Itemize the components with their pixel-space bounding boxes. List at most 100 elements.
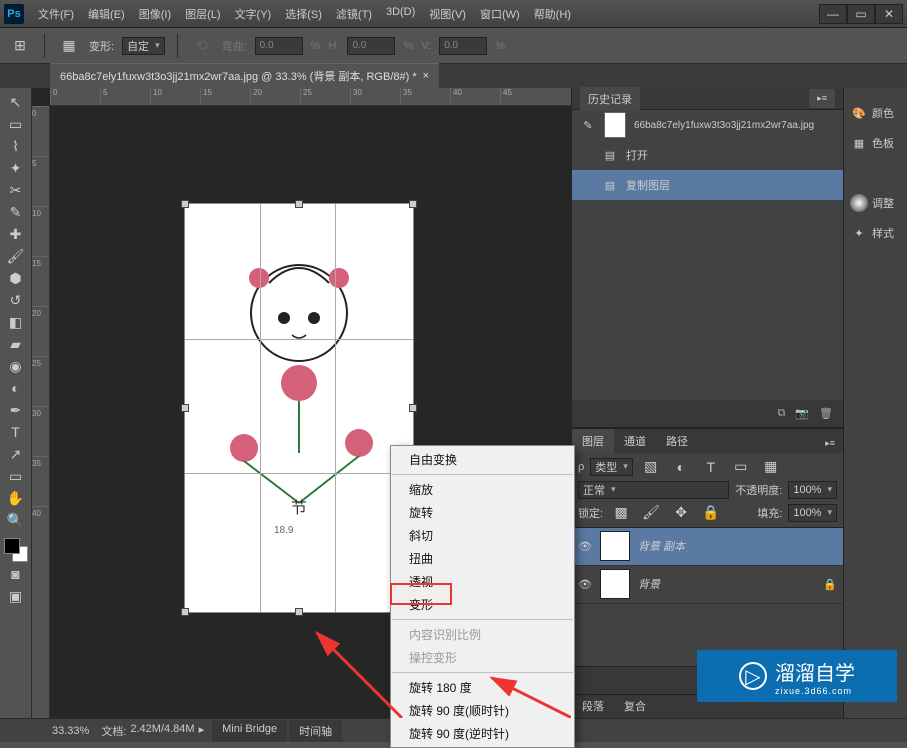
crop-tool[interactable]: ✂ <box>4 180 28 200</box>
eraser-tool[interactable]: ◧ <box>4 312 28 332</box>
doc-info-dropdown-icon[interactable]: ▸ <box>199 723 205 739</box>
history-snapshot[interactable]: ✎ 66ba8c7ely1fuxw3t3o3jj21mx2wr7aa.jpg <box>572 110 843 140</box>
panel-menu-icon[interactable]: ▸≡ <box>817 434 843 453</box>
type-tool[interactable]: T <box>4 422 28 442</box>
maximize-button[interactable]: ▭ <box>847 4 875 24</box>
layer-filter-select[interactable]: 类型 <box>590 458 633 476</box>
minimize-button[interactable]: — <box>819 4 847 24</box>
menu-select[interactable]: 选择(S) <box>279 2 328 26</box>
tab-mini-bridge[interactable]: Mini Bridge <box>212 720 287 742</box>
layer-thumbnail[interactable] <box>600 531 630 561</box>
warp-preset-select[interactable]: 自定 <box>122 37 165 55</box>
tab-timeline[interactable]: 时间轴 <box>289 720 342 742</box>
transform-handle[interactable] <box>181 608 189 616</box>
tab-layers[interactable]: 图层 <box>572 429 614 453</box>
lasso-tool[interactable]: ⌇ <box>4 136 28 156</box>
foreground-background-colors[interactable] <box>4 538 28 562</box>
menu-layer[interactable]: 图层(L) <box>179 2 226 26</box>
v-input[interactable] <box>439 37 487 55</box>
menu-help[interactable]: 帮助(H) <box>528 2 577 26</box>
layer-name[interactable]: 背景 <box>638 576 815 592</box>
menu-filter[interactable]: 滤镜(T) <box>330 2 378 26</box>
transform-handle[interactable] <box>295 608 303 616</box>
filter-pixel-icon[interactable]: ▧ <box>639 457 663 477</box>
filter-type-icon[interactable]: T <box>699 457 723 477</box>
ctx-rot90cw[interactable]: 旋转 90 度(顺时针) <box>391 699 574 722</box>
menu-type[interactable]: 文字(Y) <box>229 2 278 26</box>
ctx-skew[interactable]: 斜切 <box>391 524 574 547</box>
dodge-tool[interactable]: ◐ <box>4 378 28 398</box>
new-doc-icon[interactable]: ⧉ <box>777 407 785 420</box>
ctx-warp[interactable]: 变形 <box>391 593 574 616</box>
menu-file[interactable]: 文件(F) <box>32 2 80 26</box>
history-brush-tool[interactable]: ↺ <box>4 290 28 310</box>
filter-smart-icon[interactable]: ▦ <box>759 457 783 477</box>
transform-handle[interactable] <box>409 404 417 412</box>
menu-image[interactable]: 图像(I) <box>133 2 177 26</box>
tab-paths[interactable]: 路径 <box>656 429 698 453</box>
shape-tool[interactable]: ▭ <box>4 466 28 486</box>
heal-tool[interactable]: ✚ <box>4 224 28 244</box>
foreground-color-swatch[interactable] <box>4 538 20 554</box>
strip-swatches[interactable]: ▦色板 <box>844 128 907 158</box>
wand-tool[interactable]: ✦ <box>4 158 28 178</box>
strip-styles[interactable]: ✦样式 <box>844 218 907 248</box>
move-tool[interactable]: ↖ <box>4 92 28 112</box>
transform-handle[interactable] <box>181 200 189 208</box>
stamp-tool[interactable]: ⬢ <box>4 268 28 288</box>
tab-duplicate[interactable]: 复合 <box>614 694 656 718</box>
menu-window[interactable]: 窗口(W) <box>474 2 526 26</box>
lock-transparent-icon[interactable]: ▩ <box>609 503 633 523</box>
history-tab[interactable]: 历史记录 <box>580 87 640 111</box>
close-button[interactable]: ✕ <box>875 4 903 24</box>
history-state-open[interactable]: ▤ 打开 <box>572 140 843 170</box>
document-tab-close[interactable]: × <box>423 70 429 82</box>
hand-tool[interactable]: ✋ <box>4 488 28 508</box>
snapshot-icon[interactable]: 📷 <box>795 407 809 420</box>
ctx-perspective[interactable]: 透视 <box>391 570 574 593</box>
screenmode-toggle[interactable]: ▣ <box>4 586 28 606</box>
zoom-tool[interactable]: 🔍 <box>4 510 28 530</box>
layer-row[interactable]: 👁 背景 🔒 <box>572 566 843 604</box>
strip-adjust[interactable]: 调整 <box>844 188 907 218</box>
transform-handle[interactable] <box>409 200 417 208</box>
lock-pixels-icon[interactable]: 🖌 <box>639 503 663 523</box>
brush-tool[interactable]: 🖌 <box>4 246 28 266</box>
path-tool[interactable]: ↗ <box>4 444 28 464</box>
fill-input[interactable]: 100% <box>788 504 837 522</box>
lock-all-icon[interactable]: 🔒 <box>699 503 723 523</box>
ctx-rotate[interactable]: 旋转 <box>391 501 574 524</box>
grid-icon[interactable]: ▦ <box>57 36 81 56</box>
transform-handle[interactable] <box>295 200 303 208</box>
layer-name[interactable]: 背景 副本 <box>638 538 837 554</box>
transform-handle[interactable] <box>181 404 189 412</box>
ctx-distort[interactable]: 扭曲 <box>391 547 574 570</box>
transform-bounding-box[interactable] <box>184 203 414 613</box>
quickmask-toggle[interactable]: ◙ <box>4 564 28 584</box>
visibility-toggle-icon[interactable]: 👁 <box>578 539 592 553</box>
layer-row[interactable]: 👁 背景 副本 <box>572 528 843 566</box>
menu-view[interactable]: 视图(V) <box>423 2 472 26</box>
panel-menu-icon[interactable]: ▸≡ <box>809 89 835 108</box>
tab-paragraph[interactable]: 段落 <box>572 694 614 718</box>
pen-tool[interactable]: ✒ <box>4 400 28 420</box>
menu-3d[interactable]: 3D(D) <box>380 2 421 26</box>
layer-thumbnail[interactable] <box>600 569 630 599</box>
history-state-dup-layer[interactable]: ▤ 复制图层 <box>572 170 843 200</box>
strip-color[interactable]: 🎨颜色 <box>844 98 907 128</box>
ctx-rot180[interactable]: 旋转 180 度 <box>391 676 574 699</box>
filter-shape-icon[interactable]: ▭ <box>729 457 753 477</box>
menu-edit[interactable]: 编辑(E) <box>82 2 131 26</box>
blend-mode-select[interactable]: 正常 <box>578 481 729 499</box>
trash-icon[interactable]: 🗑 <box>819 407 833 420</box>
document-tab[interactable]: 66ba8c7ely1fuxw3t3o3jj21mx2wr7aa.jpg @ 3… <box>50 63 439 88</box>
marquee-tool[interactable]: ▭ <box>4 114 28 134</box>
eyedropper-tool[interactable]: ✎ <box>4 202 28 222</box>
lock-position-icon[interactable]: ✥ <box>669 503 693 523</box>
tab-channels[interactable]: 通道 <box>614 429 656 453</box>
zoom-level[interactable]: 33.33% <box>52 725 89 737</box>
visibility-toggle-icon[interactable]: 👁 <box>578 577 592 591</box>
transform-icon[interactable]: ⊞ <box>8 36 32 56</box>
orientation-icon[interactable]: ⟲ <box>190 36 214 56</box>
blur-tool[interactable]: ◉ <box>4 356 28 376</box>
